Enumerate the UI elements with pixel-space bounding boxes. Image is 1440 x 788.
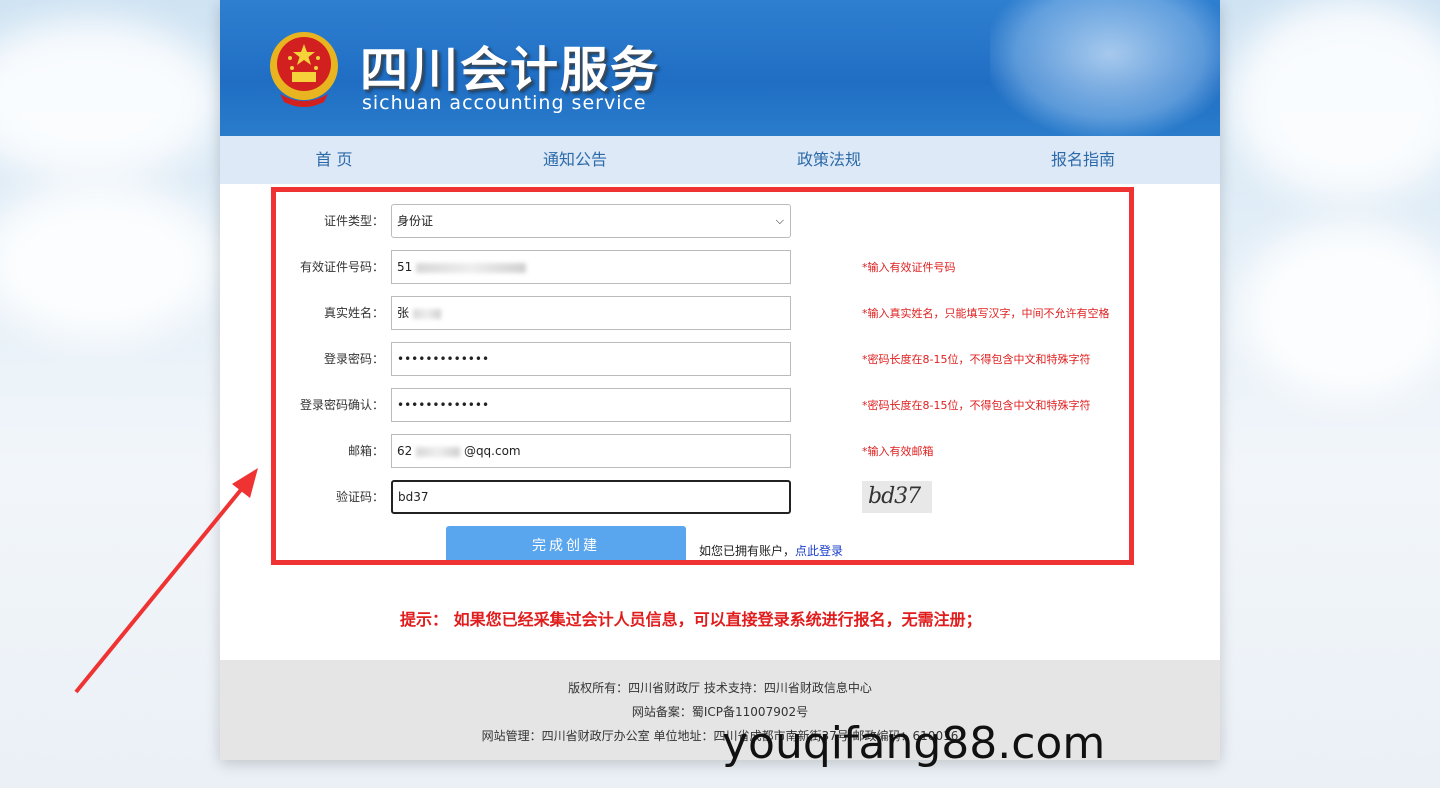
nav-item-notices[interactable]: 通知公告 xyxy=(448,136,702,184)
site-title: 四川会计服务 xyxy=(360,42,661,98)
id-type-value: 身份证 xyxy=(397,214,434,228)
email-label: 邮箱： xyxy=(347,444,384,458)
form-row-password: 登录密码： ••••••••••••• *密码长度在8-15位，不得包含中文和特… xyxy=(276,342,1129,376)
password-confirm-input[interactable]: ••••••••••••• xyxy=(391,388,791,422)
real-name-input[interactable]: 张 xyxy=(391,296,791,330)
redacted-blur xyxy=(416,446,461,457)
nav-item-policies[interactable]: 政策法规 xyxy=(702,136,956,184)
redacted-blur xyxy=(416,262,527,273)
create-account-button[interactable]: 完成创建 xyxy=(446,526,686,560)
captcha-label: 验证码： xyxy=(335,490,384,504)
form-row-email: 邮箱： 62 @qq.com *输入有效邮箱 xyxy=(276,434,1129,468)
login-prompt-text: 如您已拥有账户， xyxy=(699,544,796,558)
id-type-select[interactable]: 身份证 ⌵ xyxy=(391,204,791,238)
sichuan-map-graphic xyxy=(990,0,1220,136)
id-type-label: 证件类型： xyxy=(323,214,384,228)
login-prompt: 如您已拥有账户，点此登录 xyxy=(699,542,843,559)
real-name-label: 真实姓名： xyxy=(323,306,384,320)
email-value-prefix: 62 xyxy=(397,444,413,458)
redacted-blur xyxy=(412,308,441,319)
nav-item-guide[interactable]: 报名指南 xyxy=(956,136,1210,184)
nav-item-home[interactable]: 首 页 xyxy=(220,136,448,184)
id-number-label: 有效证件号码： xyxy=(299,260,384,274)
page-container: 四川会计服务 sichuan accounting service 首 页 通知… xyxy=(220,0,1220,760)
site-subtitle: sichuan accounting service xyxy=(362,92,647,114)
registration-form: 证件类型： 身份证 ⌵ 有效证件号码： 51 *输入有效证件号码 真实姓名： 张… xyxy=(271,187,1134,565)
form-row-id-type: 证件类型： 身份证 ⌵ xyxy=(276,204,1129,238)
email-input[interactable]: 62 @qq.com xyxy=(391,434,791,468)
form-row-real-name: 真实姓名： 张 *输入真实姓名，只能填写汉字，中间不允许有空格 xyxy=(276,296,1129,330)
main-nav: 首 页 通知公告 政策法规 报名指南 xyxy=(220,136,1220,184)
form-row-captcha: 验证码： bd37 bd37 xyxy=(276,480,1129,514)
watermark-text: youqifang88.com xyxy=(722,718,1106,769)
password-label: 登录密码： xyxy=(323,352,384,366)
id-number-value: 51 xyxy=(397,260,413,274)
form-row-password-confirm: 登录密码确认： ••••••••••••• *密码长度在8-15位，不得包含中文… xyxy=(276,388,1129,422)
email-value-suffix: @qq.com xyxy=(463,444,521,458)
captcha-input[interactable]: bd37 xyxy=(391,480,791,514)
id-number-input[interactable]: 51 xyxy=(391,250,791,284)
cloud-decoration xyxy=(1230,0,1440,200)
real-name-hint: *输入真实姓名，只能填写汉字，中间不允许有空格 xyxy=(862,307,1110,320)
password-hint: *密码长度在8-15位，不得包含中文和特殊字符 xyxy=(862,353,1091,366)
email-hint: *输入有效邮箱 xyxy=(862,445,934,458)
cloud-decoration xyxy=(1240,220,1440,400)
national-emblem-icon xyxy=(270,32,338,107)
form-row-id-number: 有效证件号码： 51 *输入有效证件号码 xyxy=(276,250,1129,284)
header-banner: 四川会计服务 sichuan accounting service xyxy=(220,0,1220,136)
cloud-decoration xyxy=(0,180,220,340)
password-confirm-label: 登录密码确认： xyxy=(299,398,384,412)
id-number-hint: *输入有效证件号码 xyxy=(862,261,956,274)
real-name-value: 张 xyxy=(397,306,410,320)
footer-copyright: 版权所有：四川省财政厅 技术支持：四川省财政信息中心 xyxy=(568,681,872,695)
chevron-down-icon: ⌵ xyxy=(775,214,784,227)
registration-tip: 提示： 如果您已经采集过会计人员信息，可以直接登录系统进行报名，无需注册； xyxy=(400,610,982,629)
password-input[interactable]: ••••••••••••• xyxy=(391,342,791,376)
password-confirm-hint: *密码长度在8-15位，不得包含中文和特殊字符 xyxy=(862,399,1091,412)
login-link[interactable]: 点此登录 xyxy=(795,544,843,558)
cloud-decoration xyxy=(0,20,220,180)
captcha-image[interactable]: bd37 xyxy=(862,481,932,513)
